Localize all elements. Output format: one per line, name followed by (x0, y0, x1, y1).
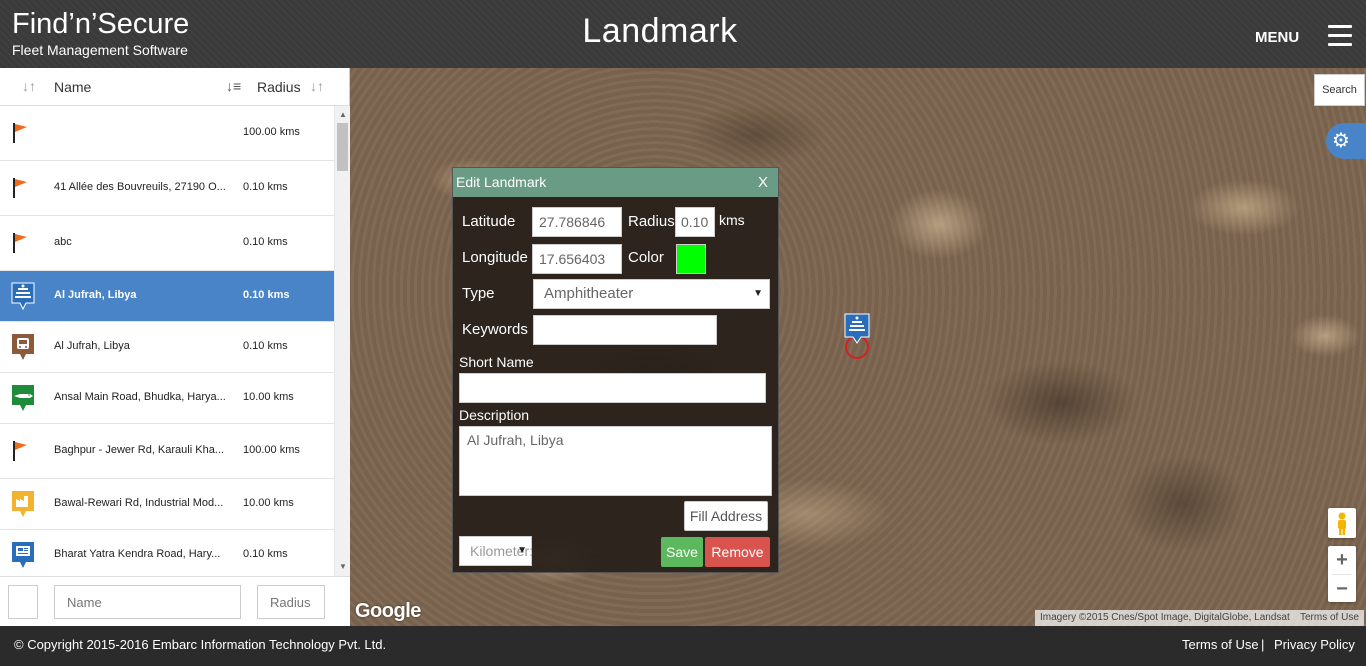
sort-icon[interactable]: ↓↑ (22, 78, 36, 94)
landmark-list-panel: ↓↑ Name ↓≡ Radius ↓↑ 100.00 kms 41 Allée… (0, 68, 350, 626)
list-item-name: Al Jufrah, Libya (54, 289, 137, 301)
column-header-radius[interactable]: Radius (257, 79, 301, 95)
short-name-input[interactable] (459, 373, 766, 403)
landmark-list: 100.00 kms 41 Allée des Bouvreuils, 2719… (0, 106, 334, 576)
crocodile-icon (10, 383, 36, 416)
factory-icon (10, 489, 36, 522)
street-view-pegman-icon[interactable] (1328, 508, 1356, 538)
radius-input[interactable] (675, 207, 715, 237)
column-header-name[interactable]: Name (54, 79, 91, 95)
longitude-input[interactable] (532, 244, 622, 274)
google-logo[interactable]: Google (355, 600, 421, 623)
fill-address-button[interactable]: Fill Address (684, 501, 768, 531)
list-item-radius: 0.10 kms (243, 548, 288, 560)
list-item[interactable]: Ansal Main Road, Bhudka, Harya... 10.00 … (0, 373, 334, 424)
list-item-radius: 0.10 kms (243, 340, 288, 352)
list-item-name: 41 Allée des Bouvreuils, 27190 O... (54, 181, 226, 193)
landmark-marker[interactable] (844, 313, 872, 359)
list-item[interactable]: Bawal-Rewari Rd, Industrial Mod... 10.00… (0, 479, 334, 530)
amphitheater-icon (10, 281, 36, 314)
list-header: ↓↑ Name ↓≡ Radius ↓↑ (0, 68, 349, 106)
map-search-button[interactable]: Search (1314, 74, 1365, 106)
sort-ascending-icon[interactable]: ↓≡ (226, 78, 241, 94)
flag-icon (10, 121, 30, 148)
keywords-input[interactable] (533, 315, 717, 345)
zoom-in-button[interactable]: + (1328, 546, 1356, 574)
dialog-title: Edit Landmark (456, 174, 547, 190)
sort-icon[interactable]: ↓↑ (310, 78, 324, 94)
dialog-header: Edit Landmark X (453, 168, 778, 197)
save-button[interactable]: Save (661, 537, 703, 567)
settings-gear-icon[interactable]: ⚙ (1326, 123, 1366, 159)
billboard-icon (10, 540, 36, 573)
remove-button[interactable]: Remove (705, 537, 770, 567)
list-item[interactable]: 41 Allée des Bouvreuils, 27190 O... 0.10… (0, 161, 334, 216)
list-item-name: Bharat Yatra Kendra Road, Hary... (54, 548, 221, 560)
color-label: Color (628, 249, 664, 266)
description-label: Description (459, 407, 530, 423)
list-item-selected[interactable]: Al Jufrah, Libya 0.10 kms (0, 271, 334, 322)
list-item-radius: 0.10 kms (243, 289, 290, 301)
zoom-control: + − (1328, 546, 1356, 602)
flag-icon (10, 231, 30, 258)
list-item[interactable]: Al Jufrah, Libya 0.10 kms (0, 322, 334, 373)
flag-icon (10, 439, 30, 466)
list-item-name: Bawal-Rewari Rd, Industrial Mod... (54, 497, 224, 509)
type-select-value: Amphitheater (544, 285, 634, 302)
list-item[interactable]: Baghpur - Jewer Rd, Karauli Kha... 100.0… (0, 424, 334, 479)
menu-label[interactable]: MENU (1255, 29, 1299, 46)
longitude-label: Longitude (462, 249, 528, 266)
list-item-radius: 100.00 kms (243, 444, 300, 456)
short-name-label: Short Name (459, 354, 534, 370)
color-picker-swatch[interactable] (676, 244, 706, 274)
page-title: Landmark (582, 12, 738, 50)
filter-radius-input[interactable] (257, 585, 325, 619)
filter-name-input[interactable] (54, 585, 241, 619)
list-scrollbar[interactable]: ▲ ▼ (334, 106, 350, 576)
chevron-down-icon: ▼ (753, 288, 763, 299)
map-terms-link[interactable]: Terms of Use (1295, 610, 1364, 626)
radius-label: Radius (628, 213, 675, 230)
list-item-radius: 100.00 kms (243, 126, 300, 138)
scroll-down-icon[interactable]: ▼ (339, 562, 347, 571)
filter-icon-box[interactable] (8, 585, 38, 619)
terms-of-use-link[interactable]: Terms of Use (1182, 637, 1259, 652)
type-select[interactable]: Amphitheater ▼ (533, 279, 770, 309)
description-textarea[interactable]: Al Jufrah, Libya (459, 426, 772, 496)
edit-landmark-dialog: Edit Landmark X Latitude Radius kms Long… (452, 167, 779, 573)
close-button[interactable]: X (758, 168, 768, 197)
list-item-radius: 0.10 kms (243, 181, 288, 193)
list-item-radius: 10.00 kms (243, 497, 294, 509)
list-filter-bar (0, 576, 350, 626)
copyright-text: © Copyright 2015-2016 Embarc Information… (14, 637, 387, 652)
list-item-name: Ansal Main Road, Bhudka, Harya... (54, 391, 226, 403)
flag-icon (10, 176, 30, 203)
list-item-name: abc (54, 236, 72, 248)
scroll-thumb[interactable] (337, 123, 348, 171)
list-item[interactable]: Bharat Yatra Kendra Road, Hary... 0.10 k… (0, 530, 334, 576)
radius-unit-label: kms (719, 212, 745, 228)
bus-stop-icon (10, 332, 36, 365)
list-item[interactable]: abc 0.10 kms (0, 216, 334, 271)
footer-separator: | (1261, 637, 1265, 652)
chevron-down-icon: ▼ (517, 545, 527, 556)
zoom-out-button[interactable]: − (1328, 575, 1356, 603)
list-item-radius: 10.00 kms (243, 391, 294, 403)
type-label: Type (462, 285, 495, 302)
keywords-label: Keywords (462, 321, 528, 338)
latitude-label: Latitude (462, 213, 516, 230)
unit-select[interactable]: Kilometer: ▼ (459, 536, 533, 566)
hamburger-menu-icon[interactable] (1328, 25, 1352, 47)
map-attribution: Imagery ©2015 Cnes/Spot Image, DigitalGl… (1035, 610, 1295, 626)
scroll-up-icon[interactable]: ▲ (339, 110, 347, 119)
list-item-name: Baghpur - Jewer Rd, Karauli Kha... (54, 444, 224, 456)
list-item[interactable]: 100.00 kms (0, 106, 334, 161)
list-item-radius: 0.10 kms (243, 236, 288, 248)
app-header: Find’n’Secure Fleet Management Software … (0, 0, 1366, 68)
list-item-name: Al Jufrah, Libya (54, 340, 130, 352)
privacy-policy-link[interactable]: Privacy Policy (1274, 637, 1355, 652)
page-footer: © Copyright 2015-2016 Embarc Information… (0, 626, 1366, 666)
latitude-input[interactable] (532, 207, 622, 237)
